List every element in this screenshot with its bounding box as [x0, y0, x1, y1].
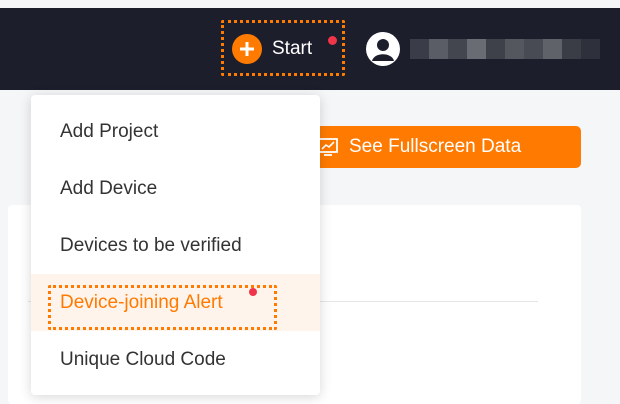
menu-item-label: Add Device [60, 177, 158, 199]
menu-item-label: Unique Cloud Code [60, 348, 226, 370]
avatar-icon[interactable] [366, 32, 400, 66]
start-dropdown-menu: Add Project Add Device Devices to be ver… [31, 95, 320, 395]
see-fullscreen-data-button[interactable]: See Fullscreen Data [305, 126, 581, 168]
start-button[interactable]: Start [232, 33, 312, 65]
notification-dot [328, 36, 337, 45]
start-highlight-frame: Start [221, 20, 345, 76]
menu-item-label: Devices to be verified [60, 234, 242, 256]
notification-dot [249, 288, 257, 296]
top-bar: Start [0, 8, 620, 90]
alert-highlight-frame [48, 285, 277, 330]
menu-item-device-joining-alert[interactable]: Device-joining Alert [31, 274, 320, 331]
menu-item-unique-cloud-code[interactable]: Unique Cloud Code [31, 331, 320, 388]
menu-item-add-device[interactable]: Add Device [31, 160, 320, 217]
screen-icon [318, 138, 338, 156]
plus-icon [232, 34, 262, 64]
menu-item-add-project[interactable]: Add Project [31, 103, 320, 160]
fullscreen-label: See Fullscreen Data [349, 136, 522, 157]
menu-item-devices-to-be-verified[interactable]: Devices to be verified [31, 217, 320, 274]
blurred-username [410, 39, 600, 59]
menu-item-label: Add Project [60, 120, 159, 142]
start-label: Start [272, 38, 313, 59]
